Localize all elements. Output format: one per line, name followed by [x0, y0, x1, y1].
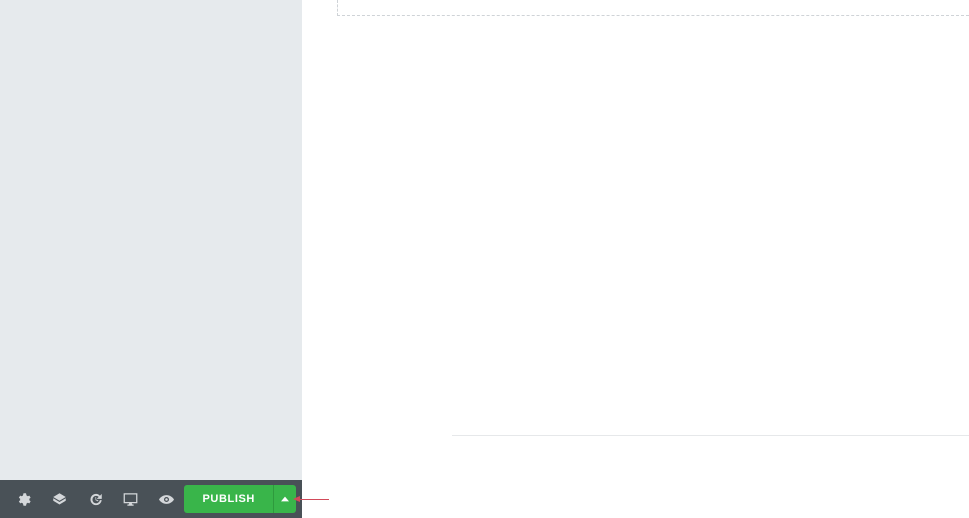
preview-button[interactable] — [149, 480, 185, 518]
navigator-button[interactable] — [42, 480, 78, 518]
gear-icon — [16, 492, 31, 507]
eye-icon — [159, 492, 174, 507]
section-divider — [452, 435, 969, 436]
desktop-icon — [123, 492, 138, 507]
caret-up-icon — [281, 495, 289, 503]
settings-button[interactable] — [6, 480, 42, 518]
history-icon — [88, 492, 103, 507]
layers-icon — [52, 492, 67, 507]
section-drop-zone[interactable] — [337, 0, 969, 16]
editor-footer-bar: PUBLISH — [0, 480, 302, 518]
publish-button[interactable]: PUBLISH — [184, 485, 272, 513]
editor-sidebar: PUBLISH — [0, 0, 302, 518]
responsive-mode-button[interactable] — [113, 480, 149, 518]
editor-canvas[interactable] — [302, 0, 969, 518]
publish-button-group: PUBLISH — [184, 485, 296, 513]
publish-options-toggle[interactable] — [273, 485, 296, 513]
history-button[interactable] — [77, 480, 113, 518]
